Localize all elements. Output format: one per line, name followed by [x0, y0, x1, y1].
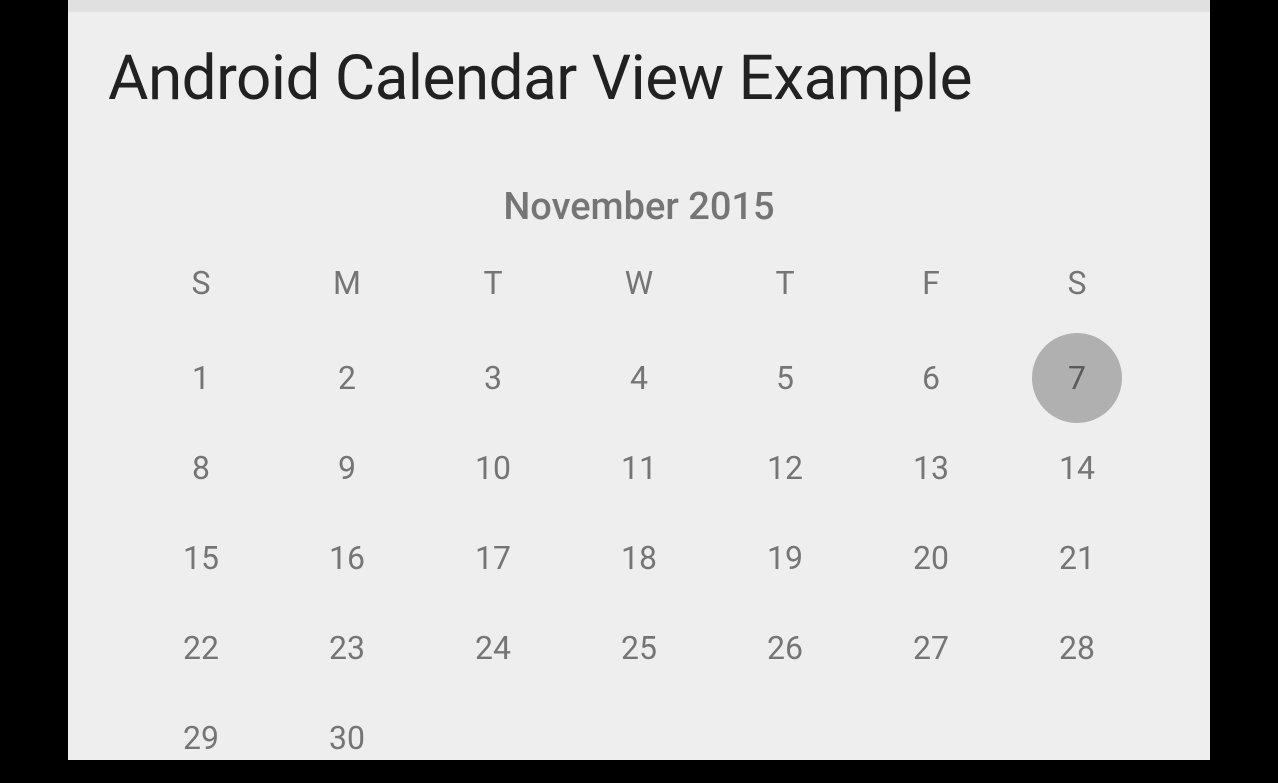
day-number: 17	[448, 513, 538, 603]
day-cell[interactable]: 22	[128, 624, 274, 672]
day-cell[interactable]: 4	[566, 354, 712, 402]
day-cell[interactable]: 12	[712, 444, 858, 492]
day-number: 27	[886, 603, 976, 693]
day-cell-empty	[712, 714, 858, 762]
day-number: 1	[156, 333, 246, 423]
day-cell[interactable]: 1	[128, 354, 274, 402]
weekday-header-tue: T	[420, 264, 566, 312]
day-cell[interactable]: 9	[274, 444, 420, 492]
day-number: 9	[302, 423, 392, 513]
day-cell[interactable]: 18	[566, 534, 712, 582]
day-cell[interactable]: 6	[858, 354, 1004, 402]
day-number: 2	[302, 333, 392, 423]
calendar-grid: S M T W T F S 1 2 3 4 5 6 7 8 9 10 11 12…	[128, 264, 1150, 762]
day-number: 29	[156, 693, 246, 783]
day-number: 26	[740, 603, 830, 693]
app-container: Android Calendar View Example November 2…	[68, 0, 1210, 760]
day-cell-empty	[858, 714, 1004, 762]
day-number: 15	[156, 513, 246, 603]
day-cell[interactable]: 25	[566, 624, 712, 672]
day-cell[interactable]: 15	[128, 534, 274, 582]
day-number: 16	[302, 513, 392, 603]
day-cell[interactable]: 10	[420, 444, 566, 492]
weekday-header-sat: S	[1004, 264, 1150, 312]
day-number: 14	[1032, 423, 1122, 513]
weekday-header-sun: S	[128, 264, 274, 312]
day-cell[interactable]: 3	[420, 354, 566, 402]
weekday-header-wed: W	[566, 264, 712, 312]
day-number: 8	[156, 423, 246, 513]
day-cell[interactable]: 2	[274, 354, 420, 402]
day-number: 3	[448, 333, 538, 423]
weekday-header-mon: M	[274, 264, 420, 312]
day-number: 19	[740, 513, 830, 603]
calendar-view[interactable]: November 2015 S M T W T F S 1 2 3 4 5 6 …	[68, 135, 1210, 762]
day-cell-empty	[1004, 714, 1150, 762]
day-cell[interactable]: 5	[712, 354, 858, 402]
day-cell[interactable]: 30	[274, 714, 420, 762]
day-cell[interactable]: 19	[712, 534, 858, 582]
weekday-header-thu: T	[712, 264, 858, 312]
day-cell[interactable]: 21	[1004, 534, 1150, 582]
page-title: Android Calendar View Example	[68, 12, 1210, 135]
day-number: 28	[1032, 603, 1122, 693]
day-cell-selected[interactable]: 7	[1004, 354, 1150, 402]
day-cell[interactable]: 17	[420, 534, 566, 582]
day-number: 4	[594, 333, 684, 423]
day-number: 24	[448, 603, 538, 693]
day-number: 21	[1032, 513, 1122, 603]
day-number: 23	[302, 603, 392, 693]
day-number: 11	[594, 423, 684, 513]
day-cell[interactable]: 26	[712, 624, 858, 672]
day-number: 20	[886, 513, 976, 603]
day-cell[interactable]: 16	[274, 534, 420, 582]
day-cell-empty	[420, 714, 566, 762]
day-cell[interactable]: 20	[858, 534, 1004, 582]
day-number: 5	[740, 333, 830, 423]
day-number: 18	[594, 513, 684, 603]
day-cell[interactable]: 23	[274, 624, 420, 672]
day-cell[interactable]: 13	[858, 444, 1004, 492]
day-cell[interactable]: 11	[566, 444, 712, 492]
day-number: 7	[1032, 333, 1122, 423]
day-cell[interactable]: 14	[1004, 444, 1150, 492]
day-cell[interactable]: 24	[420, 624, 566, 672]
day-number: 22	[156, 603, 246, 693]
day-number: 25	[594, 603, 684, 693]
weekday-header-fri: F	[858, 264, 1004, 312]
month-header[interactable]: November 2015	[128, 185, 1150, 229]
status-bar	[68, 0, 1210, 12]
day-number: 10	[448, 423, 538, 513]
day-cell-empty	[566, 714, 712, 762]
day-cell[interactable]: 8	[128, 444, 274, 492]
day-cell[interactable]: 29	[128, 714, 274, 762]
day-cell[interactable]: 28	[1004, 624, 1150, 672]
day-number: 6	[886, 333, 976, 423]
day-cell[interactable]: 27	[858, 624, 1004, 672]
day-number: 12	[740, 423, 830, 513]
day-number: 30	[302, 693, 392, 783]
day-number: 13	[886, 423, 976, 513]
